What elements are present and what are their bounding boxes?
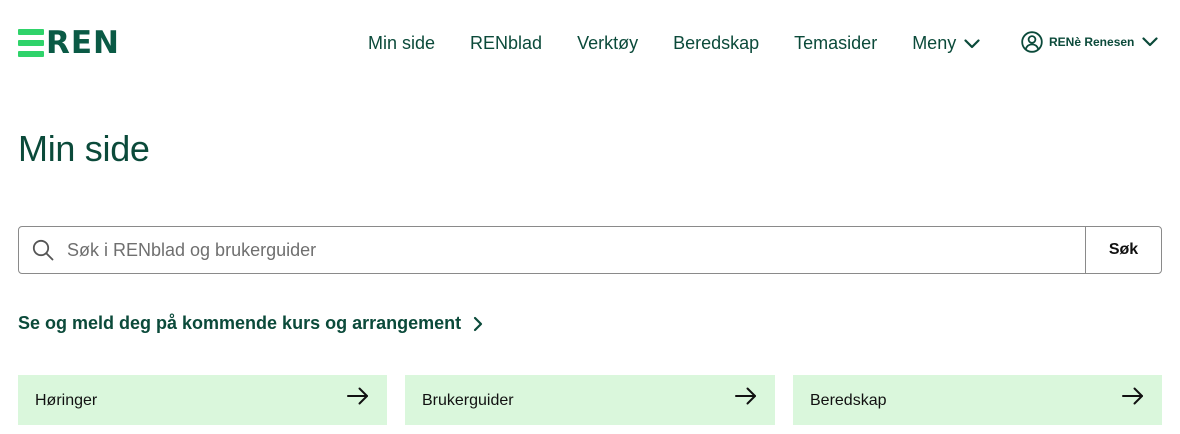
nav-item-label: Meny [912, 33, 957, 53]
page-title: Min side [18, 128, 150, 169]
nav-item-label: RENblad [470, 33, 543, 53]
page: REN Min side RENblad Verktøy Beredskap T… [0, 0, 1180, 434]
logo-text: REN [46, 25, 120, 61]
arrow-right-icon [347, 387, 368, 405]
nav-item-label: Min side [368, 33, 436, 53]
nav-item-label: Verktøy [577, 33, 639, 53]
nav-item-label: Temasider [794, 33, 878, 53]
main-nav: Min side RENblad Verktøy Beredskap Temas… [368, 33, 1015, 54]
card-label: Høringer [35, 392, 98, 409]
logo-bars-icon [18, 28, 44, 58]
search-icon [19, 227, 67, 273]
nav-item-label: Beredskap [673, 33, 760, 53]
chevron-down-icon [1142, 37, 1158, 47]
card-horinger[interactable]: Høringer [18, 375, 387, 425]
nav-item-renblad[interactable]: RENblad [470, 33, 542, 54]
nav-item-meny[interactable]: Meny [912, 33, 980, 54]
card-brukerguider[interactable]: Brukerguider [405, 375, 775, 425]
nav-item-beredskap[interactable]: Beredskap [673, 33, 759, 54]
card-beredskap[interactable]: Beredskap [793, 375, 1162, 425]
arrow-right-icon [735, 387, 756, 405]
events-link-label: Se og meld deg på kommende kurs og arran… [18, 313, 462, 333]
nav-item-temasider[interactable]: Temasider [794, 33, 877, 54]
events-link[interactable]: Se og meld deg på kommende kurs og arran… [18, 313, 483, 334]
card-label: Brukerguider [422, 392, 514, 409]
nav-item-verktoy[interactable]: Verktøy [577, 33, 638, 54]
search-input[interactable] [67, 227, 1085, 273]
ren-logo[interactable]: REN [18, 25, 120, 61]
user-name: RENè Renesen [1049, 35, 1135, 49]
search-button[interactable]: Søk [1085, 227, 1161, 273]
card-label: Beredskap [810, 392, 887, 409]
user-circle-icon [1021, 31, 1043, 53]
chevron-right-icon [474, 316, 483, 331]
search-form: Søk [18, 226, 1162, 274]
nav-item-min-side[interactable]: Min side [368, 33, 435, 54]
arrow-right-icon [1122, 387, 1143, 405]
chevron-down-icon [964, 38, 980, 48]
user-menu[interactable]: RENè Renesen [1021, 31, 1158, 53]
